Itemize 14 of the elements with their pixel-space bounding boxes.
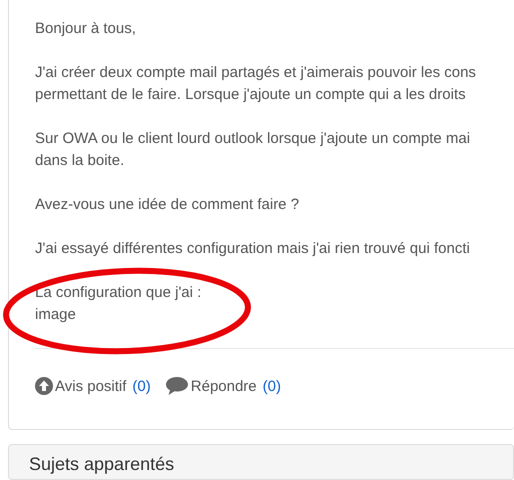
post-text: Sur OWA ou le client lourd outlook lorsque j'ajoute un compte mai [35, 129, 470, 149]
post-text: Avez-vous une idée de comment faire ? [35, 195, 300, 215]
post-text: dans la boite. [35, 151, 124, 171]
post-text: J'ai créer deux compte mail partagés et j'aimerais pouvoir les cons [35, 63, 476, 83]
reply-link[interactable]: Répondre [190, 378, 257, 394]
speech-bubble-icon [164, 376, 189, 396]
upvote-link[interactable]: Avis positif [55, 378, 126, 394]
post-text: image [35, 305, 76, 325]
post-text: Bonjour à tous, [35, 19, 136, 39]
count-link[interactable]: (0) [132, 378, 151, 394]
post-text: J'ai essayé différentes configuration mais j'ai rien trouvé qui foncti [35, 239, 470, 259]
panel-title: Sujets apparentés [29, 453, 176, 475]
count-link[interactable]: (0) [262, 378, 281, 394]
post-text: permettant de le faire. Lorsque j'ajoute un compte qui a les droits [35, 85, 466, 105]
